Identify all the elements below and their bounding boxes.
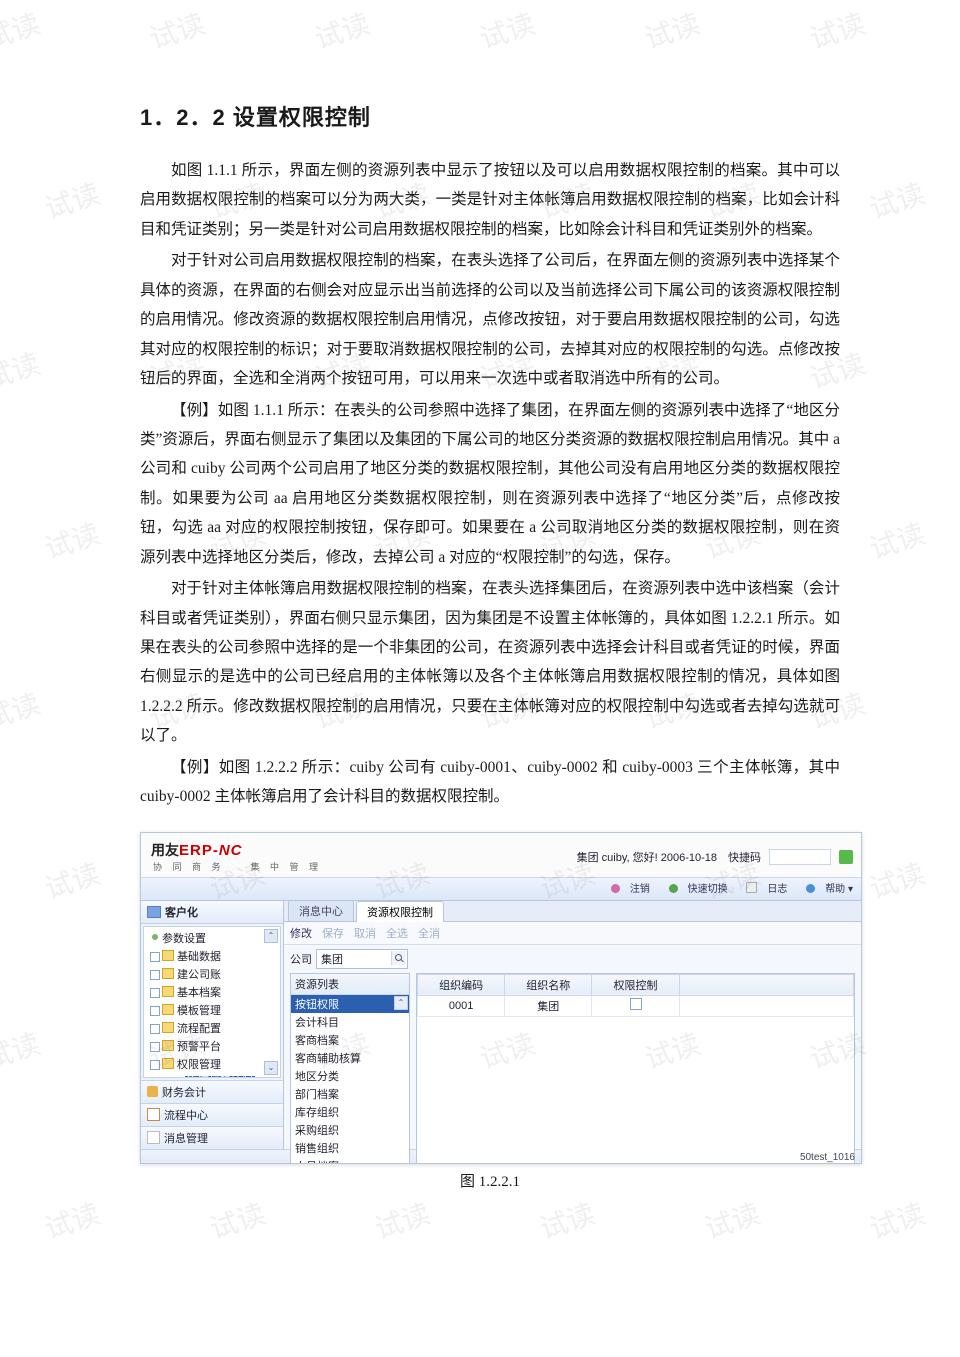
figure-caption: 图 1.2.2.1 [140, 1170, 840, 1191]
company-row: 公司 集团 [284, 945, 861, 973]
col-empty [679, 974, 853, 995]
table-row[interactable]: 0001 集团 [418, 995, 854, 1016]
tree-item-basedata[interactable]: 基础数据 [150, 947, 278, 965]
col-orgname[interactable]: 组织名称 [505, 974, 592, 995]
tab-resauth[interactable]: 资源权限控制 [356, 901, 444, 922]
tree-scroll-down-icon[interactable]: ⌄ [264, 1061, 278, 1075]
paragraph-4: 对于针对主体帐簿启用数据权限控制的档案，在表头选择集团后，在资源列表中选中该档案… [140, 574, 840, 751]
resource-item[interactable]: 客商档案 [291, 1031, 409, 1049]
grid: 组织编码 组织名称 权限控制 0001 集团 [416, 973, 855, 1164]
tree-item-basicfile[interactable]: 基本档案 [150, 983, 278, 1001]
sidebar-btn-finance[interactable]: 财务会计 [141, 1080, 283, 1103]
cell-orgcode: 0001 [418, 995, 505, 1016]
toolbar: 修改 保存 取消 全选 全消 [284, 922, 861, 945]
resource-item[interactable]: 人员档案 [291, 1157, 409, 1164]
logo-cn: 用友 [151, 842, 179, 858]
paragraph-2: 对于针对公司启用数据权限控制的档案，在表头选择了公司后，在界面左侧的资源列表中选… [140, 246, 840, 393]
folder-icon [162, 1040, 174, 1051]
paragraph-1: 如图 1.1.1 所示，界面左侧的资源列表中显示了按钮以及可以启用数据权限控制的… [140, 156, 840, 244]
resource-item[interactable]: 按钮权限 [291, 995, 409, 1013]
finance-icon [147, 1086, 158, 1097]
checkbox-icon[interactable] [630, 998, 642, 1010]
folder-icon [162, 1022, 174, 1033]
resource-item[interactable]: 部门档案 [291, 1085, 409, 1103]
title-right-text: 集团 cuiby, 您好! 2006-10-18 快捷码 [577, 849, 761, 865]
switch-icon [669, 884, 678, 893]
help-link[interactable]: 帮助 ▾ [798, 884, 853, 895]
sidebar-header-icon [147, 906, 161, 918]
resource-item[interactable]: 地区分类 [291, 1067, 409, 1085]
help-icon [806, 884, 815, 893]
logout-icon [611, 884, 620, 893]
paragraph-3: 【例】如图 1.1.1 所示：在表头的公司参照中选择了集团，在界面左侧的资源列表… [140, 396, 840, 573]
heading: 1．2．2 设置权限控制 [140, 100, 840, 132]
reslist-scroll-up-icon[interactable]: ⌃ [394, 996, 408, 1010]
resource-item[interactable]: 销售组织 [291, 1139, 409, 1157]
tree-item-companyacct[interactable]: 建公司账 [150, 965, 278, 983]
resource-item[interactable]: 会计科目 [291, 1013, 409, 1031]
company-select[interactable]: 集团 [316, 949, 408, 969]
resource-list: 资源列表 ⌃ 按钮权限 会计科目 客商档案 客商辅助核算 地区分类 部门档案 库… [290, 973, 410, 1164]
cell-orgname: 集团 [505, 995, 592, 1016]
tree-item-flowcfg[interactable]: 流程配置 [150, 1019, 278, 1037]
tree-item-alert[interactable]: 预警平台 [150, 1037, 278, 1055]
sidebar-header[interactable]: 客户化 [141, 901, 283, 924]
sidebar-btn-flow[interactable]: 流程中心 [141, 1103, 283, 1126]
content-area: 消息中心 资源权限控制 修改 保存 取消 全选 全消 公司 集团 [284, 901, 861, 1149]
quickswitch-link[interactable]: 快速切换 [661, 884, 728, 895]
log-icon [746, 882, 757, 893]
tabs: 消息中心 资源权限控制 [284, 901, 861, 922]
resource-list-items[interactable]: ⌃ 按钮权限 会计科目 客商档案 客商辅助核算 地区分类 部门档案 库存组织 采… [291, 995, 409, 1164]
folder-icon [162, 968, 174, 979]
search-icon[interactable] [391, 951, 406, 965]
tab-msgcenter[interactable]: 消息中心 [288, 900, 354, 921]
erp-screenshot: 用友ERP-NC 协 同 商 务 集 中 管 理 集团 cuiby, 您好! 2… [140, 832, 862, 1164]
document-page: 1．2．2 设置权限控制 如图 1.1.1 所示，界面左侧的资源列表中显示了按钮… [0, 0, 960, 1271]
cancel-button: 取消 [354, 925, 376, 941]
quickcode-input[interactable] [769, 849, 831, 865]
flow-icon [147, 1108, 160, 1121]
go-icon[interactable] [839, 850, 853, 864]
tree-item-auth[interactable]: 权限管理 • 资源权限控制 • 用户管理 • 角色管理 • 权限分配 [150, 1055, 278, 1078]
company-value: 集团 [321, 954, 343, 966]
selectnone-button: 全消 [418, 925, 440, 941]
title-right: 集团 cuiby, 您好! 2006-10-18 快捷码 [577, 849, 853, 865]
save-button: 保存 [322, 925, 344, 941]
selectall-button: 全选 [386, 925, 408, 941]
col-orgcode[interactable]: 组织编码 [418, 974, 505, 995]
logo-nc: NC [219, 842, 243, 859]
resource-item[interactable]: 采购组织 [291, 1121, 409, 1139]
resource-item[interactable]: 客商辅助核算 [291, 1049, 409, 1067]
tree-item-template[interactable]: 模板管理 [150, 1001, 278, 1019]
folder-icon [162, 950, 174, 961]
resource-list-header: 资源列表 [291, 974, 409, 995]
folder-icon [162, 1058, 174, 1069]
workarea: 资源列表 ⌃ 按钮权限 会计科目 客商档案 客商辅助核算 地区分类 部门档案 库… [284, 973, 861, 1164]
logo: 用友ERP-NC 协 同 商 务 集 中 管 理 [151, 840, 322, 873]
quickbar: 注销 快速切换 日志 帮助 ▾ [141, 878, 861, 901]
sidebar: 客户化 ⌃ 参数设置 基础数据 建公司账 基本档案 模板管理 流程配置 预警平台… [141, 901, 284, 1149]
col-permctrl[interactable]: 权限控制 [592, 974, 679, 995]
log-link[interactable]: 日志 [738, 884, 787, 895]
logo-en: ERP- [179, 842, 219, 859]
sidebar-header-label: 客户化 [165, 904, 198, 920]
folder-icon [162, 986, 174, 997]
tree-item-params[interactable]: 参数设置 [150, 929, 278, 947]
folder-icon [162, 1004, 174, 1015]
resource-item[interactable]: 库存组织 [291, 1103, 409, 1121]
sidebar-btn-msg[interactable]: 消息管理 [141, 1126, 283, 1149]
msg-icon [147, 1131, 160, 1144]
main-area: 客户化 ⌃ 参数设置 基础数据 建公司账 基本档案 模板管理 流程配置 预警平台… [141, 901, 861, 1149]
tree-item-res-auth[interactable]: • 资源权限控制 [166, 1072, 278, 1078]
nav-tree[interactable]: ⌃ 参数设置 基础数据 建公司账 基本档案 模板管理 流程配置 预警平台 权限管… [143, 926, 281, 1078]
cell-permctrl[interactable] [592, 995, 679, 1016]
paragraph-5: 【例】如图 1.2.2.2 所示：cuiby 公司有 cuiby-0001、cu… [140, 753, 840, 812]
edit-button[interactable]: 修改 [290, 925, 312, 941]
logo-sub: 协 同 商 务 集 中 管 理 [153, 860, 322, 873]
company-label: 公司 [290, 951, 312, 967]
logout-link[interactable]: 注销 [603, 884, 650, 895]
titlebar: 用友ERP-NC 协 同 商 务 集 中 管 理 集团 cuiby, 您好! 2… [141, 833, 861, 878]
